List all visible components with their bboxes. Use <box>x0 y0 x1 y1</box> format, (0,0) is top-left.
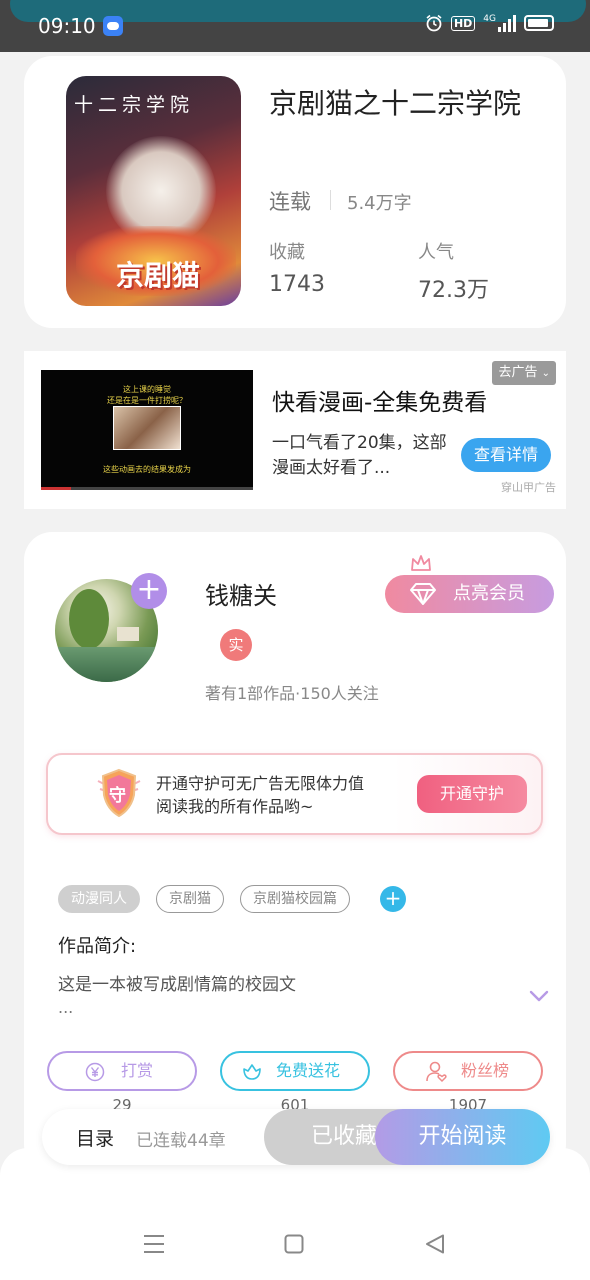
ad-title: 快看漫画-全集免费看 <box>272 390 488 416</box>
status-time: 09:10 <box>38 14 96 38</box>
avatar-house <box>117 627 139 641</box>
ad-image-caption-bottom: 这些动画去的结果发成为 <box>103 465 191 474</box>
battery-icon <box>524 15 554 31</box>
ad-image-picture <box>113 406 181 450</box>
intro-text: 这是一本被写成剧情篇的校园文 <box>58 975 296 995</box>
popularity-label: 人气 <box>418 242 454 263</box>
menu-icon[interactable] <box>143 1234 165 1254</box>
author-name: 钱糖关 <box>205 582 277 610</box>
favorites-value: 1743 <box>269 272 325 297</box>
ad-video-progress <box>41 487 253 490</box>
intro-label: 作品简介: <box>58 936 137 957</box>
guard-text-line1: 开通守护可无广告无限体力值 <box>156 774 365 793</box>
plus-icon: + <box>136 572 162 607</box>
chevron-down-icon[interactable] <box>529 989 549 1003</box>
chapter-status: 已连载44章 <box>136 1131 226 1151</box>
divider <box>330 190 331 210</box>
book-status: 连载 <box>269 190 311 214</box>
ad-description: 一口气看了20集，这部漫画太好看了... <box>272 433 447 478</box>
chevron-down-icon: ⌄ <box>541 368 550 379</box>
guard-text-line2: 阅读我的所有作品哟~ <box>156 797 314 816</box>
status-bar: 09:10 HD 4G <box>0 0 590 52</box>
crown-icon <box>411 555 431 571</box>
cover-title-text: 十二宗学院 <box>74 94 195 116</box>
ad-source: 穿山甲广告 <box>501 481 556 494</box>
network-type: 4G <box>483 14 496 24</box>
toc-button[interactable]: 目录 <box>76 1124 114 1151</box>
book-cover-image[interactable]: 十二宗学院 京剧猫 <box>66 76 241 306</box>
flower-icon <box>243 1064 261 1080</box>
ad-details-button[interactable]: 查看详情 <box>461 438 551 472</box>
remove-ad-label: 去广告 <box>498 365 538 380</box>
ad-image-caption: 这上课的睡觉 还是在是一件打捞呢？ <box>107 385 187 405</box>
intro-ellipsis: ... <box>58 998 74 1017</box>
add-tag-button[interactable]: + <box>380 886 406 912</box>
tag-item[interactable]: 动漫同人 <box>58 885 140 913</box>
plus-icon: + <box>384 886 402 910</box>
home-icon[interactable] <box>284 1234 304 1254</box>
popularity-value: 72.3万 <box>418 278 489 303</box>
favorites-label: 收藏 <box>269 242 305 263</box>
app-notification-icon <box>103 16 123 36</box>
book-info-card: 十二宗学院 京剧猫 京剧猫之十二宗学院 连载 5.4万字 收藏 1743 人气 … <box>24 56 566 328</box>
tag-list: 动漫同人 京剧猫 京剧猫校园篇 + <box>58 885 406 913</box>
diamond-icon <box>410 583 436 605</box>
ad-banner[interactable]: 这上课的睡觉 还是在是一件打捞呢？ 这些动画去的结果发成为 去广告 ⌄ 快看漫画… <box>24 351 566 509</box>
ad-image[interactable]: 这上课的睡觉 还是在是一件打捞呢？ 这些动画去的结果发成为 <box>41 370 253 490</box>
status-icons: HD 4G <box>425 14 554 32</box>
open-guard-button[interactable]: 开通守护 <box>417 775 527 813</box>
back-icon[interactable] <box>425 1234 445 1254</box>
cover-logo: 京剧猫 <box>116 259 201 292</box>
follow-button[interactable]: + <box>131 573 167 609</box>
vip-button-label: 点亮会员 <box>453 583 525 604</box>
remove-ad-button[interactable]: 去广告 ⌄ <box>492 361 556 385</box>
fan-rank-button[interactable]: 粉丝榜 <box>393 1051 543 1091</box>
tip-label: 打赏 <box>121 1061 154 1080</box>
yen-icon <box>85 1062 105 1082</box>
tip-button[interactable]: 打赏 <box>47 1051 197 1091</box>
fan-rank-label: 粉丝榜 <box>461 1061 510 1080</box>
guard-text: 开通守护可无广告无限体力值 阅读我的所有作品哟~ <box>156 772 364 818</box>
tag-item[interactable]: 京剧猫 <box>156 885 224 913</box>
alarm-icon <box>426 14 442 32</box>
send-flower-label: 免费送花 <box>276 1061 341 1080</box>
bottom-action-bar: 目录 已连载44章 已收藏 开始阅读 <box>42 1109 550 1165</box>
avatar-tree <box>69 589 109 649</box>
fan-icon <box>426 1061 447 1083</box>
send-flower-button[interactable]: 免费送花 <box>220 1051 370 1091</box>
start-reading-button[interactable]: 开始阅读 <box>375 1109 550 1165</box>
author-card: + 钱糖关 实 著有1部作品·150人关注 点亮会员 守 开通守护可无广告无限体… <box>24 532 566 1172</box>
verified-badge: 实 <box>220 629 252 661</box>
vip-button[interactable]: 点亮会员 <box>385 575 554 613</box>
book-title: 京剧猫之十二宗学院 <box>269 87 522 120</box>
system-nav-bar <box>0 1148 590 1280</box>
hd-icon: HD <box>450 15 476 31</box>
signal-icon: 4G <box>483 14 516 32</box>
avatar-water <box>55 647 158 682</box>
guard-promo[interactable]: 守 开通守护可无广告无限体力值 阅读我的所有作品哟~ 开通守护 <box>46 753 543 835</box>
shield-char: 守 <box>109 786 126 806</box>
tag-item[interactable]: 京剧猫校园篇 <box>240 885 350 913</box>
book-word-count: 5.4万字 <box>347 193 412 214</box>
author-meta: 著有1部作品·150人关注 <box>205 684 379 703</box>
